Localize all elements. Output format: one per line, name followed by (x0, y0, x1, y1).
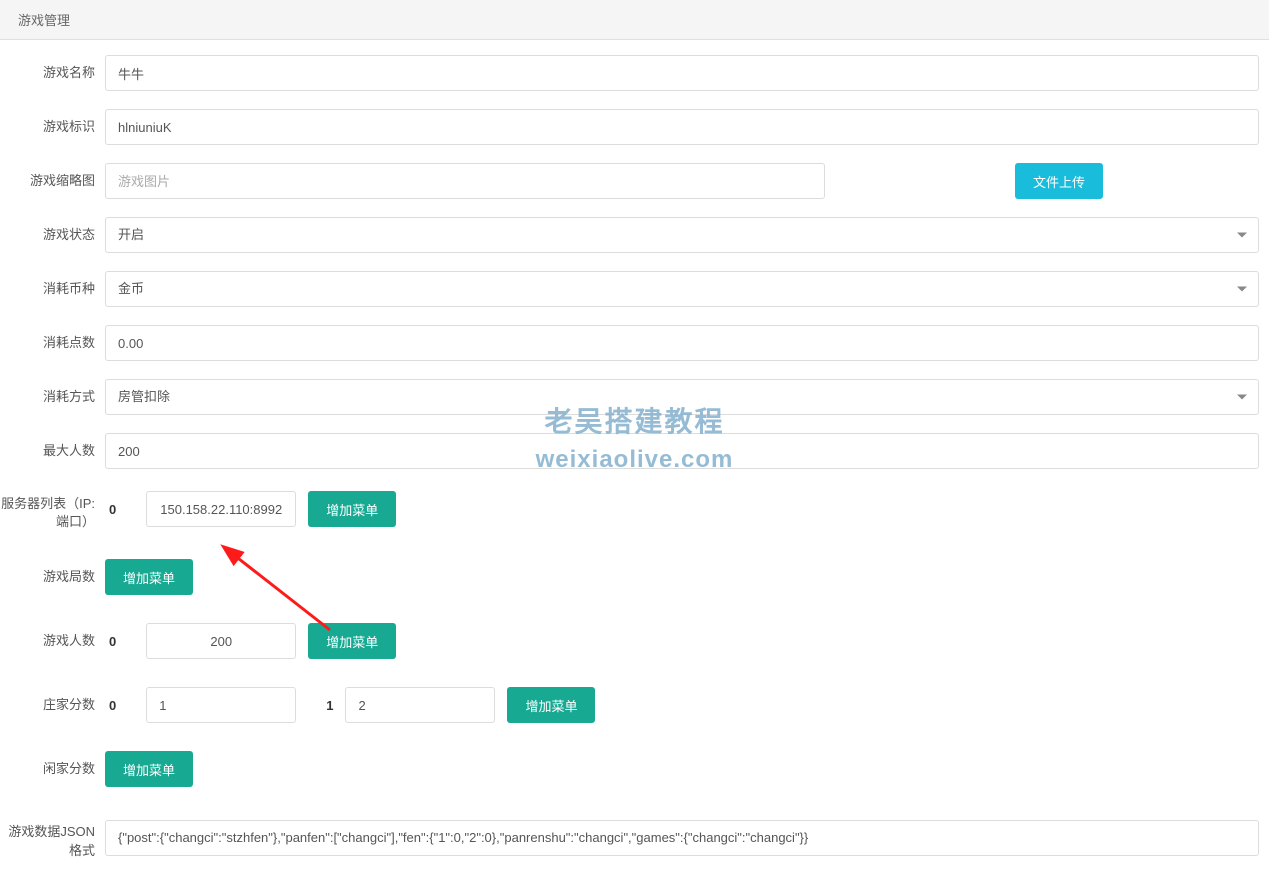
row-dealer-score: 庄家分数 0 1 增加菜单 (0, 687, 1269, 723)
input-dealer-0[interactable] (146, 687, 296, 723)
label-game-id: 游戏标识 (0, 118, 105, 136)
input-game-name[interactable] (105, 55, 1259, 91)
dealer-score-content: 0 1 增加菜单 (105, 687, 1259, 723)
input-points[interactable] (105, 325, 1259, 361)
add-server-button[interactable]: 增加菜单 (308, 491, 396, 527)
row-players: 游戏人数 0 增加菜单 (0, 623, 1269, 659)
row-thumbnail: 游戏缩略图 文件上传 (0, 163, 1269, 199)
row-game-name: 游戏名称 (0, 55, 1269, 91)
row-currency: 消耗币种 金币 (0, 271, 1269, 307)
add-rounds-button[interactable]: 增加菜单 (105, 559, 193, 595)
select-status[interactable]: 开启 (105, 217, 1259, 253)
add-dealer-button[interactable]: 增加菜单 (507, 687, 595, 723)
label-points: 消耗点数 (0, 334, 105, 352)
rounds-content: 增加菜单 (105, 559, 1259, 595)
select-currency-wrapper: 金币 (105, 271, 1259, 307)
row-player-score: 闲家分数 增加菜单 (0, 751, 1269, 787)
label-status: 游戏状态 (0, 226, 105, 244)
select-method-wrapper: 房管扣除 (105, 379, 1259, 415)
input-dealer-1[interactable] (345, 687, 495, 723)
row-points: 消耗点数 (0, 325, 1269, 361)
label-method: 消耗方式 (0, 388, 105, 406)
label-players: 游戏人数 (0, 632, 105, 650)
input-thumbnail[interactable] (105, 163, 825, 199)
label-player-score: 闲家分数 (0, 760, 105, 778)
label-thumbnail: 游戏缩略图 (0, 172, 105, 190)
upload-button[interactable]: 文件上传 (1015, 163, 1103, 199)
label-game-name: 游戏名称 (0, 64, 105, 82)
dealer-item-index-1: 1 (326, 698, 333, 713)
input-game-id[interactable] (105, 109, 1259, 145)
server-list-content: 0 增加菜单 (105, 491, 1259, 527)
input-max-players[interactable] (105, 433, 1259, 469)
select-status-wrapper: 开启 (105, 217, 1259, 253)
select-currency[interactable]: 金币 (105, 271, 1259, 307)
server-item-index: 0 (109, 502, 116, 517)
label-server-list: 服务器列表（IP:端口） (0, 487, 105, 531)
input-server-0[interactable] (146, 491, 296, 527)
dealer-item-index-0: 0 (109, 698, 116, 713)
row-json-data: 游戏数据JSON格式 (0, 815, 1269, 859)
label-dealer-score: 庄家分数 (0, 696, 105, 714)
label-max-players: 最大人数 (0, 442, 105, 460)
players-content: 0 增加菜单 (105, 623, 1259, 659)
add-player-score-button[interactable]: 增加菜单 (105, 751, 193, 787)
row-method: 消耗方式 房管扣除 (0, 379, 1269, 415)
label-rounds: 游戏局数 (0, 568, 105, 586)
row-status: 游戏状态 开启 (0, 217, 1269, 253)
label-json-data: 游戏数据JSON格式 (0, 815, 105, 859)
row-rounds: 游戏局数 增加菜单 (0, 559, 1269, 595)
page-header: 游戏管理 (0, 0, 1269, 40)
player-score-content: 增加菜单 (105, 751, 1259, 787)
page-title: 游戏管理 (18, 13, 70, 28)
row-max-players: 最大人数 (0, 433, 1269, 469)
form-container: 游戏名称 游戏标识 游戏缩略图 文件上传 游戏状态 开启 消耗币种 金币 消耗点… (0, 40, 1269, 860)
input-json-data[interactable] (105, 820, 1259, 856)
label-currency: 消耗币种 (0, 280, 105, 298)
select-method[interactable]: 房管扣除 (105, 379, 1259, 415)
input-players-0[interactable] (146, 623, 296, 659)
players-item-index: 0 (109, 634, 116, 649)
row-server-list: 服务器列表（IP:端口） 0 增加菜单 (0, 487, 1269, 531)
row-game-id: 游戏标识 (0, 109, 1269, 145)
add-players-button[interactable]: 增加菜单 (308, 623, 396, 659)
